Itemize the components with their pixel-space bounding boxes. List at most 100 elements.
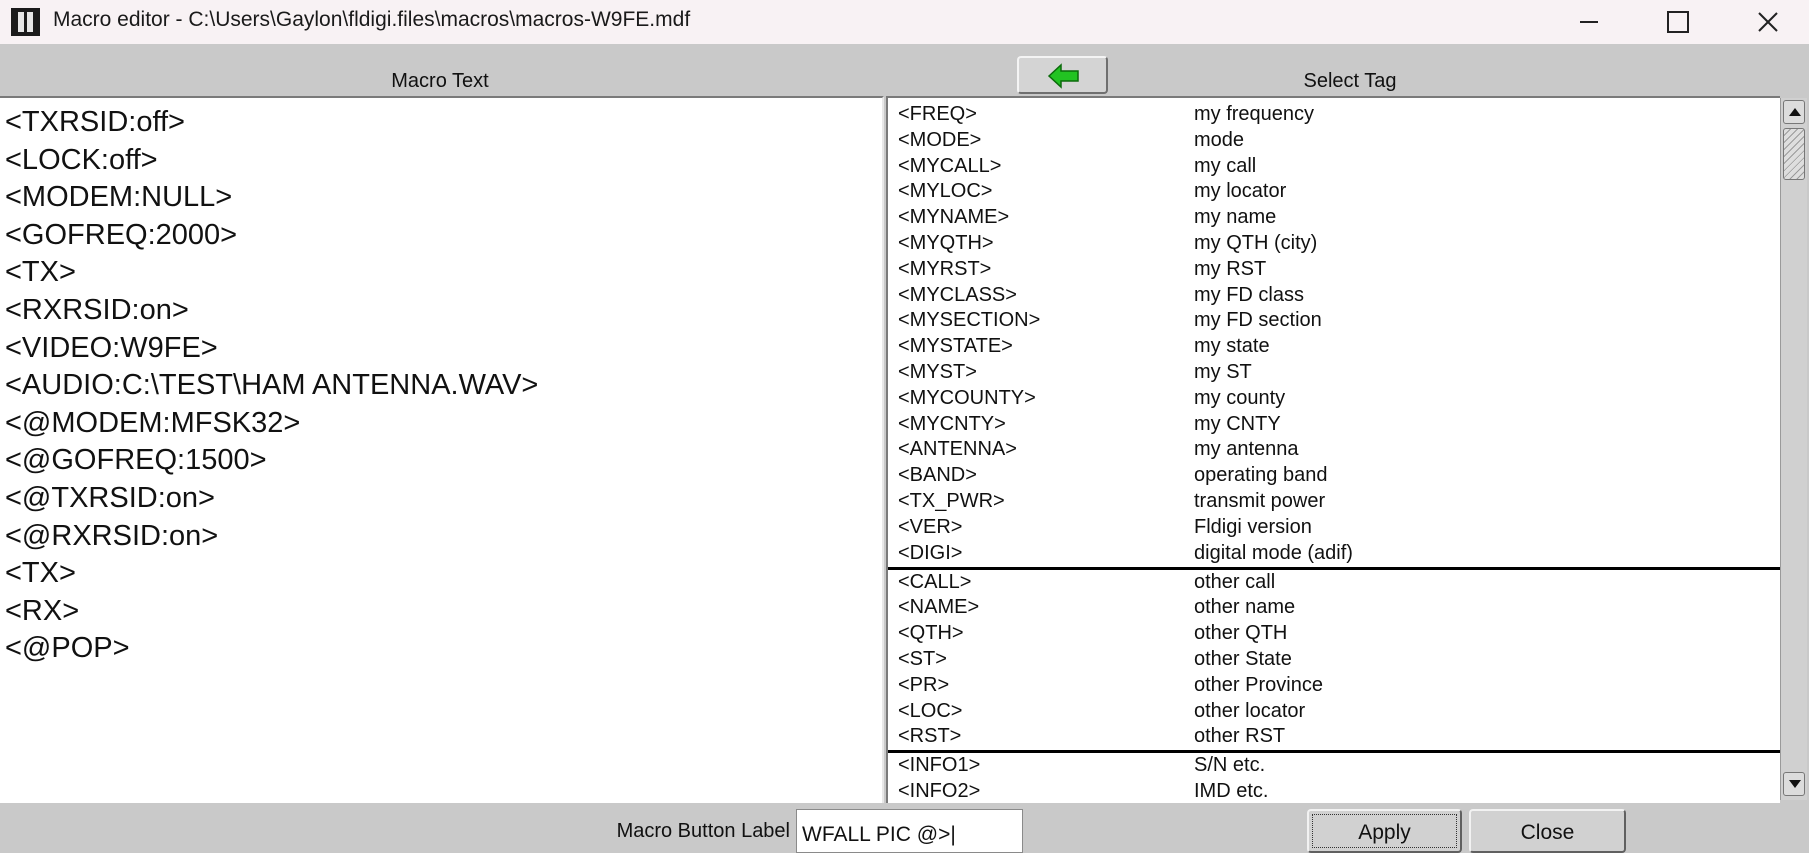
chevron-down-icon — [1789, 780, 1801, 788]
tag-list-item[interactable]: <NAME> other name — [888, 595, 1780, 621]
scroll-down-button[interactable] — [1783, 772, 1805, 796]
tag-description: my RST — [1194, 257, 1267, 280]
tag-list-item[interactable]: <PR> other Province — [888, 673, 1780, 699]
tag-name: <BAND> — [898, 464, 977, 487]
macro-text-lines: <TXRSID:off> <LOCK:off> <MODEM:NULL> <GOFRE… — [5, 104, 538, 668]
tag-list-item[interactable]: <MYCALL> my call — [888, 154, 1780, 180]
macro-line: <TXRSID:off> — [5, 106, 185, 138]
tag-name: <NAME> — [898, 596, 980, 619]
macro-line: <VIDEO:W9FE> — [5, 331, 218, 364]
macro-line: <@MODEM:MFSK32> — [5, 406, 301, 439]
tag-name: <INFO2> — [898, 780, 981, 803]
tag-list-item[interactable]: <MYQTH> my QTH (city) — [888, 231, 1780, 257]
tag-list-item[interactable]: <ANTENNA> my antenna — [888, 437, 1780, 463]
tag-name: <QTH> — [898, 622, 964, 645]
tag-list-item[interactable]: <MYSTATE> my state — [888, 334, 1780, 360]
close-icon — [1758, 12, 1778, 32]
tag-description: transmit power — [1194, 489, 1326, 512]
tag-description: other locator — [1194, 699, 1306, 722]
tag-list-scrollbar[interactable] — [1780, 98, 1807, 800]
tag-name: <MYCOUNTY> — [898, 386, 1036, 409]
tag-name: <FREQ> — [898, 103, 977, 125]
macro-line: <RX> — [5, 594, 80, 627]
tag-description: operating band — [1194, 464, 1328, 487]
tag-name: <TX_PWR> — [898, 489, 1005, 512]
tag-name: <MYNAME> — [898, 206, 1010, 229]
window-close-button[interactable] — [1732, 0, 1802, 44]
tag-name: <PR> — [898, 673, 950, 696]
macro-text-header: Macro Text — [391, 70, 489, 92]
tag-name: <CALL> — [898, 570, 972, 593]
tag-description: my FD class — [1194, 283, 1304, 306]
tag-description: digital mode (adif) — [1194, 541, 1353, 564]
tag-list-item[interactable]: <TX_PWR> transmit power — [888, 489, 1780, 515]
tag-name: <MYRST> — [898, 257, 992, 280]
tag-description: my call — [1194, 154, 1257, 177]
tag-list-item[interactable]: <MODE> mode — [888, 128, 1780, 154]
tag-name: <MYST> — [898, 360, 977, 383]
tag-list-item[interactable]: <MYST> my ST — [888, 360, 1780, 386]
tag-description: Fldigi version — [1194, 515, 1312, 538]
tag-list-item[interactable]: <VER> Fldigi version — [888, 515, 1780, 541]
tag-name: <MYCLASS> — [898, 283, 1017, 306]
tag-name: <MYLOC> — [898, 180, 993, 203]
tag-name: <MYSTATE> — [898, 335, 1013, 358]
tag-description: my CNTY — [1194, 412, 1281, 435]
tag-description: my state — [1194, 335, 1270, 358]
macro-line: <TX> — [5, 557, 76, 590]
tag-description: other Province — [1194, 673, 1323, 696]
macro-line: <LOCK:off> — [5, 143, 158, 176]
macro-line: <@GOFREQ:1500> — [5, 444, 267, 477]
tag-list-item[interactable]: <FREQ> my frequency — [888, 102, 1780, 128]
apply-button[interactable]: Apply — [1307, 809, 1462, 853]
macro-button-label-input[interactable] — [796, 809, 1023, 853]
tag-list-box[interactable]: <FREQ> my frequency <MODE> mode <MYCALL> my c… — [886, 96, 1780, 803]
tag-list-item[interactable]: <DIGI> digital mode (adif) — [888, 541, 1780, 570]
tag-description: mode — [1194, 128, 1245, 151]
tag-description: other RST — [1194, 725, 1286, 748]
tag-list: <FREQ> my frequency <MODE> mode <MYCALL> my c… — [888, 102, 1780, 803]
scroll-thumb[interactable] — [1783, 128, 1805, 180]
green-left-arrow-icon — [1047, 63, 1079, 89]
tag-description: S/N etc. — [1194, 754, 1266, 777]
fldigi-app-icon[interactable] — [11, 8, 40, 36]
tag-list-item[interactable]: <MYLOC> my locator — [888, 179, 1780, 205]
tag-description: my locator — [1194, 180, 1287, 203]
tag-name: <ANTENNA> — [898, 438, 1017, 461]
tag-description: my frequency — [1194, 103, 1315, 125]
insert-tag-button[interactable] — [1017, 56, 1108, 94]
tag-description: IMD etc. — [1194, 780, 1269, 803]
tag-description: my FD section — [1194, 309, 1322, 332]
tag-description: my name — [1194, 206, 1277, 229]
tag-list-item[interactable]: <MYCNTY> my CNTY — [888, 412, 1780, 438]
maximize-button[interactable] — [1641, 0, 1711, 44]
tag-list-item[interactable]: <INFO2> IMD etc. — [888, 779, 1780, 803]
tag-list-item[interactable]: <MYNAME> my name — [888, 205, 1780, 231]
tag-list-item[interactable]: <LOC> other locator — [888, 699, 1780, 725]
tag-list-item[interactable]: <RST> other RST — [888, 724, 1780, 754]
macro-text-editor[interactable]: <TXRSID:off> <LOCK:off> <MODEM:NULL> <GOFRE… — [0, 96, 884, 803]
macro-line: <AUDIO:C:\TEST\HAM ANTENNA.WAV> — [5, 369, 539, 402]
tag-list-item[interactable]: <MYSECTION> my FD section — [888, 308, 1780, 334]
tag-list-item[interactable]: <INFO1> S/N etc. — [888, 753, 1780, 779]
tag-name: <MYCALL> — [898, 154, 1002, 177]
tag-list-item[interactable]: <ST> other State — [888, 647, 1780, 673]
tag-description: my ST — [1194, 360, 1252, 383]
tag-list-item[interactable]: <MYCOUNTY> my county — [888, 386, 1780, 412]
tag-list-item[interactable]: <QTH> other QTH — [888, 621, 1780, 647]
tag-list-item[interactable]: <BAND> operating band — [888, 463, 1780, 489]
scroll-up-button[interactable] — [1783, 100, 1805, 124]
macro-line: <RXRSID:on> — [5, 293, 189, 326]
tag-name: <LOC> — [898, 699, 963, 722]
tag-name: <RST> — [898, 725, 962, 748]
tag-list-item[interactable]: <MYRST> my RST — [888, 257, 1780, 283]
minimize-button[interactable] — [1554, 0, 1624, 44]
tag-description: other State — [1194, 647, 1292, 670]
tag-list-item[interactable]: <MYCLASS> my FD class — [888, 283, 1780, 309]
macro-line: <@POP> — [5, 632, 130, 665]
close-button[interactable]: Close — [1469, 809, 1626, 853]
macro-line: <MODEM:NULL> — [5, 181, 233, 214]
macro-line: <GOFREQ:2000> — [5, 218, 238, 251]
tag-list-item[interactable]: <CALL> other call — [888, 570, 1780, 596]
tag-name: <MYCNTY> — [898, 412, 1006, 435]
